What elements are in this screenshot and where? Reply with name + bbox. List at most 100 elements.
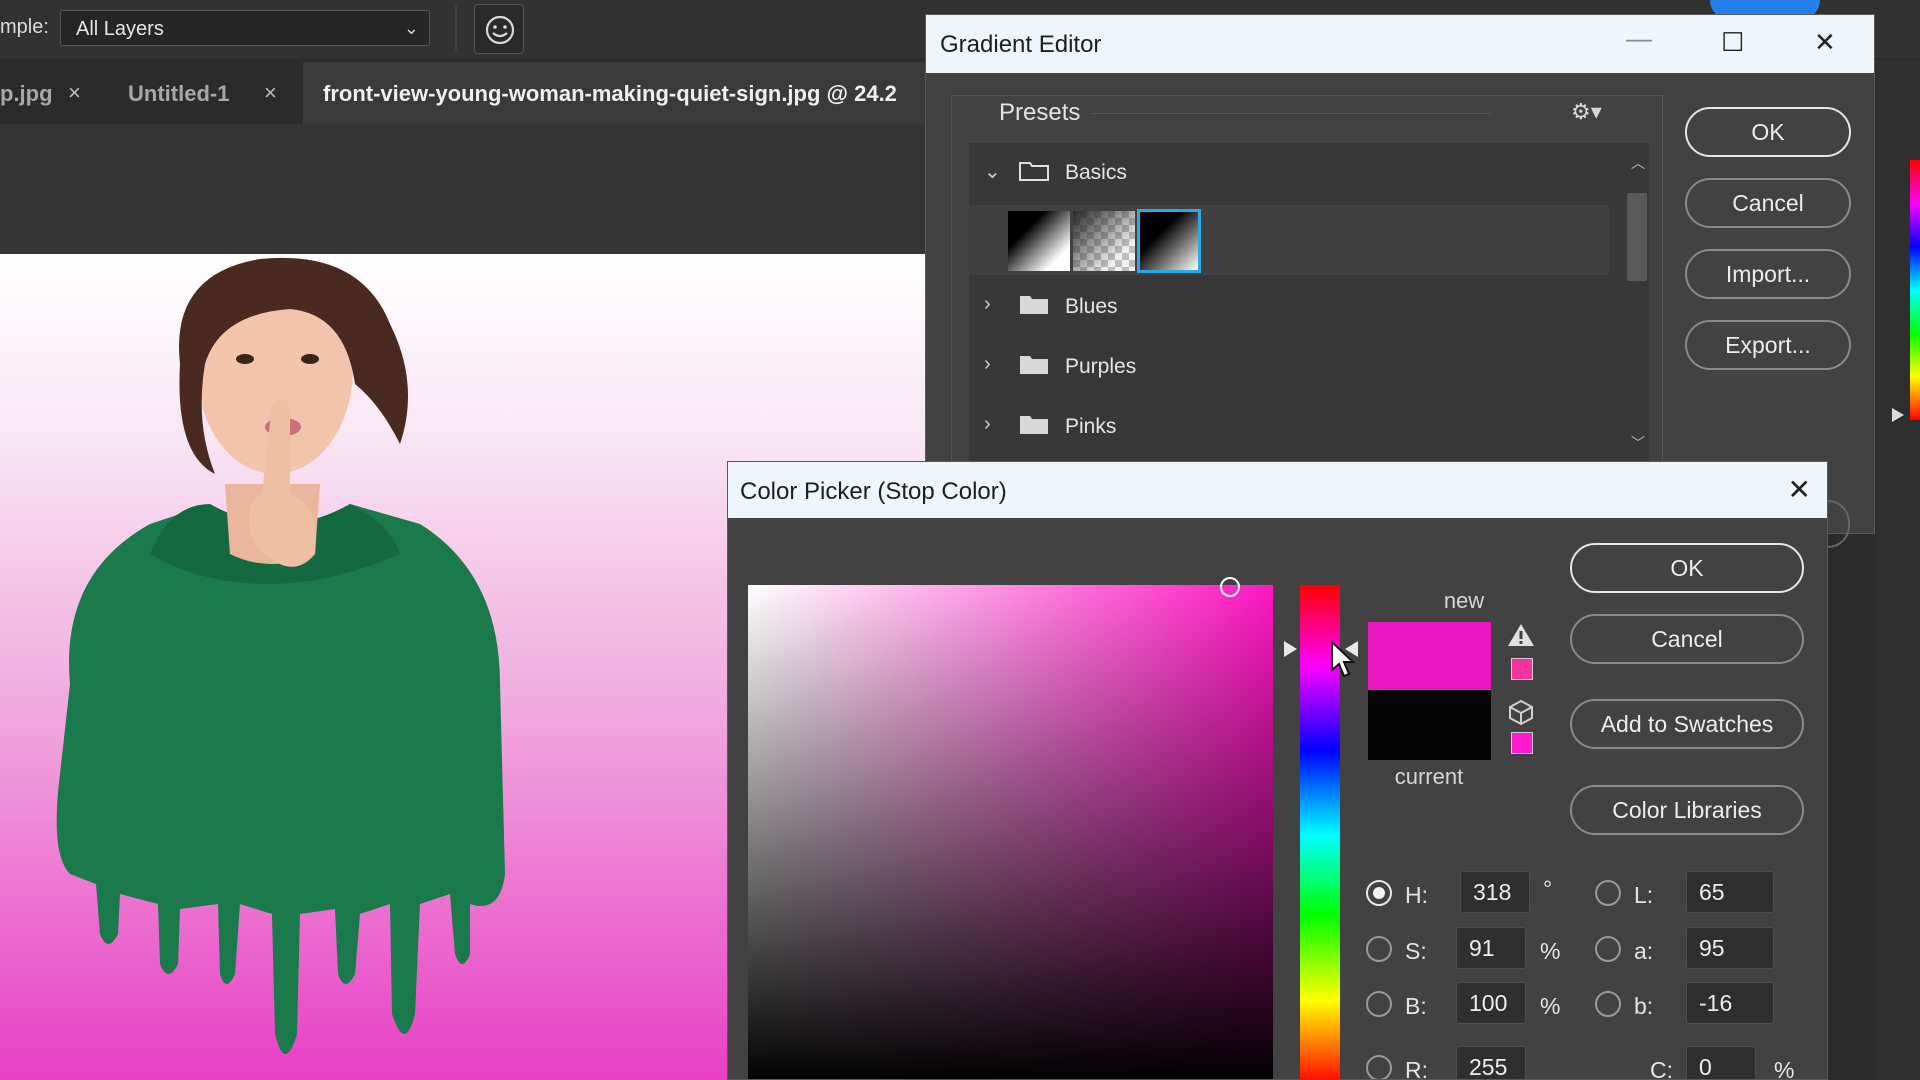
field-label-r: R: [1405,1057,1428,1080]
chevron-down-icon[interactable]: ⌄ [984,159,1001,184]
c-input[interactable]: 0 [1686,1046,1756,1079]
chevron-right-icon[interactable]: › [984,413,991,436]
cube-icon[interactable] [1507,698,1535,726]
current-color-label: current [1394,764,1464,789]
field-label-b: B: [1405,993,1427,1019]
hue-marker-icon [1892,408,1904,422]
ok-button[interactable]: OK [1570,543,1804,593]
close-icon[interactable]: × [68,80,81,106]
percent-unit: % [1774,1057,1795,1080]
basics-swatches [969,205,1609,275]
folder-icon [1020,356,1048,374]
divider [1091,113,1491,114]
face-select-button[interactable] [474,4,524,54]
face-select-icon [485,15,515,45]
radio-s[interactable] [1366,936,1392,962]
tab-label: front-view-young-woman-making-quiet-sign… [323,81,897,106]
a-input[interactable]: 95 [1686,927,1774,969]
field-label-s: S: [1405,938,1427,964]
color-field[interactable] [748,577,1273,1079]
import-button[interactable]: Import... [1685,249,1851,299]
field-label-c: C: [1650,1057,1673,1080]
gradient-swatch-selected[interactable] [1137,209,1201,273]
percent-unit: % [1540,938,1561,964]
ok-button[interactable]: OK [1685,107,1851,157]
close-icon[interactable]: × [264,80,277,106]
chevron-right-icon[interactable]: › [984,293,991,316]
folder-blues[interactable]: › Blues [969,277,1609,337]
gradient-swatch-transparent[interactable] [1073,211,1135,271]
folder-basics[interactable]: ⌄ Basics [969,143,1609,203]
sample-label: mple: [0,16,49,38]
degree-unit: ° [1543,876,1553,902]
presets-label: Presets [991,99,1089,127]
presets-list: ⌄ Basics › Blues › Purples › Pinks ︿ ﹀ [969,143,1649,461]
scrollbar-thumb[interactable] [1627,193,1647,281]
folder-label: Blues [1065,295,1118,318]
close-icon[interactable]: ✕ [1814,27,1836,58]
cancel-button[interactable]: Cancel [1685,178,1851,228]
lab-b-input[interactable]: -16 [1686,982,1774,1024]
export-button[interactable]: Export... [1685,320,1851,370]
color-libraries-button[interactable]: Color Libraries [1570,785,1804,835]
color-panel-hue-strip[interactable] [1910,160,1920,420]
chevron-down-icon: ⌄ [403,18,419,38]
hue-slider-handle-left-icon[interactable] [1284,641,1297,657]
new-color-swatch [1368,622,1491,690]
folder-label: Pinks [1065,415,1117,438]
gradient-editor-dialog: Gradient Editor — ☐ ✕ Presets ⚙▾ ⌄ Basic… [925,14,1875,534]
radio-l[interactable] [1595,880,1621,906]
color-field-cursor[interactable] [1220,577,1240,597]
folder-label: Purples [1065,355,1137,378]
folder-icon [1020,416,1048,434]
tab-label: p.jpg [0,81,53,106]
radio-a[interactable] [1595,936,1621,962]
warning-triangle-icon[interactable] [1506,622,1536,648]
scroll-up-icon[interactable]: ︿ [1631,153,1645,173]
close-icon[interactable]: ✕ [1788,473,1811,506]
field-label-lab-b: b: [1634,993,1654,1019]
scroll-down-icon[interactable]: ﹀ [1631,433,1645,453]
gradient-swatch-black-white[interactable] [1008,211,1070,271]
tab-p-jpg[interactable]: p.jpg × [0,62,100,124]
r-input[interactable]: 255 [1456,1046,1526,1079]
color-picker-dialog: Color Picker (Stop Color) ✕ new current … [727,461,1828,1080]
tab-untitled-1[interactable]: Untitled-1 × [110,62,300,124]
current-color-swatch[interactable] [1368,690,1491,760]
divider [455,6,457,50]
gamut-warning-swatch[interactable] [1511,658,1533,680]
s-input[interactable]: 91 [1456,927,1526,969]
folder-icon [1019,162,1049,181]
canvas-pasteboard [0,124,930,254]
add-to-swatches-button[interactable]: Add to Swatches [1570,699,1804,749]
b-brightness-input[interactable]: 100 [1456,982,1526,1024]
folder-pinks[interactable]: › Pinks [969,397,1609,457]
tab-front-view-image[interactable]: front-view-young-woman-making-quiet-sign… [303,62,933,124]
radio-lab-b[interactable] [1595,991,1621,1017]
sample-layers-value: All Layers [76,18,164,40]
mouse-pointer-icon [1331,640,1356,678]
cancel-button[interactable]: Cancel [1570,614,1804,664]
folder-icon [1020,296,1048,314]
minimize-icon[interactable]: — [1626,23,1652,54]
percent-unit: % [1540,993,1561,1019]
gear-icon[interactable]: ⚙▾ [1571,99,1602,125]
dialog-title: Gradient Editor [940,31,1102,58]
radio-b[interactable] [1366,991,1392,1017]
l-input[interactable]: 65 [1686,871,1774,913]
web-safe-swatch[interactable] [1511,732,1533,754]
color-picker-titlebar[interactable]: Color Picker (Stop Color) ✕ [728,462,1827,518]
dialog-title: Color Picker (Stop Color) [740,478,1007,505]
tab-label: Untitled-1 [128,81,230,106]
radio-r[interactable] [1366,1055,1392,1079]
maximize-icon[interactable]: ☐ [1721,27,1744,58]
sample-layers-select[interactable]: All Layers ⌄ [60,10,430,46]
field-label-l: L: [1634,882,1654,908]
field-label-h: H: [1405,882,1428,908]
radio-h[interactable] [1366,880,1392,906]
folder-purples[interactable]: › Purples [969,337,1609,397]
chevron-right-icon[interactable]: › [984,353,991,376]
gradient-editor-titlebar[interactable]: Gradient Editor — ☐ ✕ [926,15,1874,73]
new-color-label: new [1443,588,1485,613]
h-input[interactable]: 318 [1460,871,1530,913]
